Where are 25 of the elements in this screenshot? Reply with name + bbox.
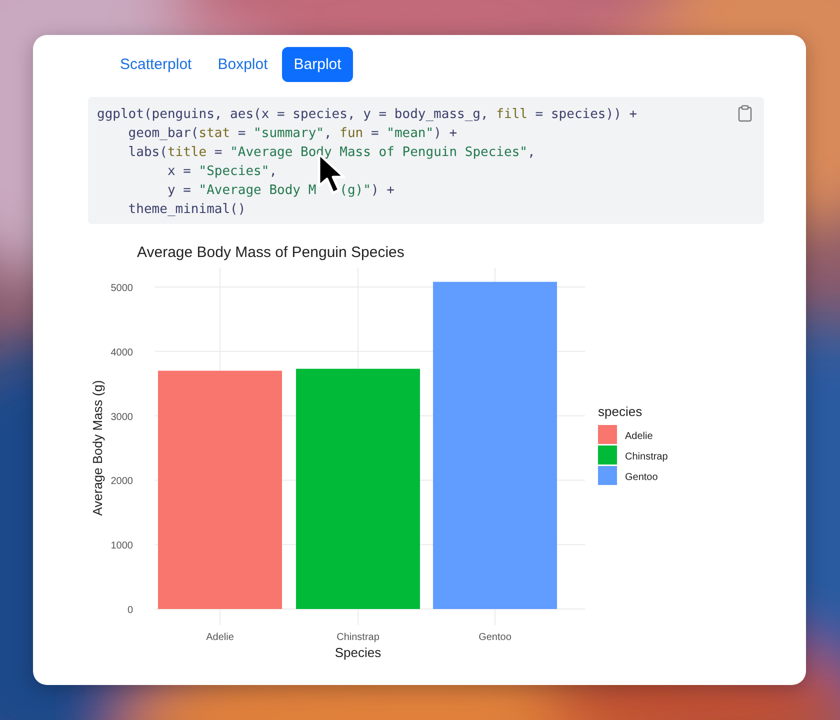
tick-label: 3000 — [110, 412, 133, 423]
chart-title: Average Body Mass of Penguin Species — [137, 244, 404, 261]
axis-title: Average Body Mass (g) — [90, 380, 105, 516]
tab[interactable]: Boxplot — [206, 47, 280, 82]
code-line: y = "Average Body M (g)") + — [166, 182, 394, 200]
tick-label: Chinstrap — [336, 632, 380, 643]
code-line: x = "Species", — [166, 163, 278, 181]
tick-label: 4000 — [110, 347, 133, 358]
code-line: theme_minimal() — [127, 201, 246, 219]
tick-label: Adelie — [206, 632, 234, 643]
legend-title: species — [598, 404, 642, 419]
code-line: ggplot(penguins, aes(x = species, y = body_mass_g, fill = species)) + — [97, 106, 638, 124]
legend-label: Gentoo — [625, 472, 658, 483]
legend-label: Chinstrap — [625, 452, 668, 462]
legend-label: Adelie — [625, 431, 653, 442]
axis-title: Species — [334, 645, 382, 660]
tick-label: 2000 — [110, 476, 133, 488]
clipboard-icon[interactable] — [738, 105, 752, 122]
tab[interactable]: Scatterplot — [108, 47, 204, 82]
tab[interactable]: Barplot — [282, 47, 354, 82]
tick-label: 5000 — [110, 283, 133, 294]
tick-label: 1000 — [110, 540, 133, 552]
tick-label: Gentoo — [478, 632, 512, 643]
code-line: geom_bar(stat = "summary", fun = "mean") + — [127, 125, 458, 143]
tick-label: 0 — [127, 605, 133, 616]
